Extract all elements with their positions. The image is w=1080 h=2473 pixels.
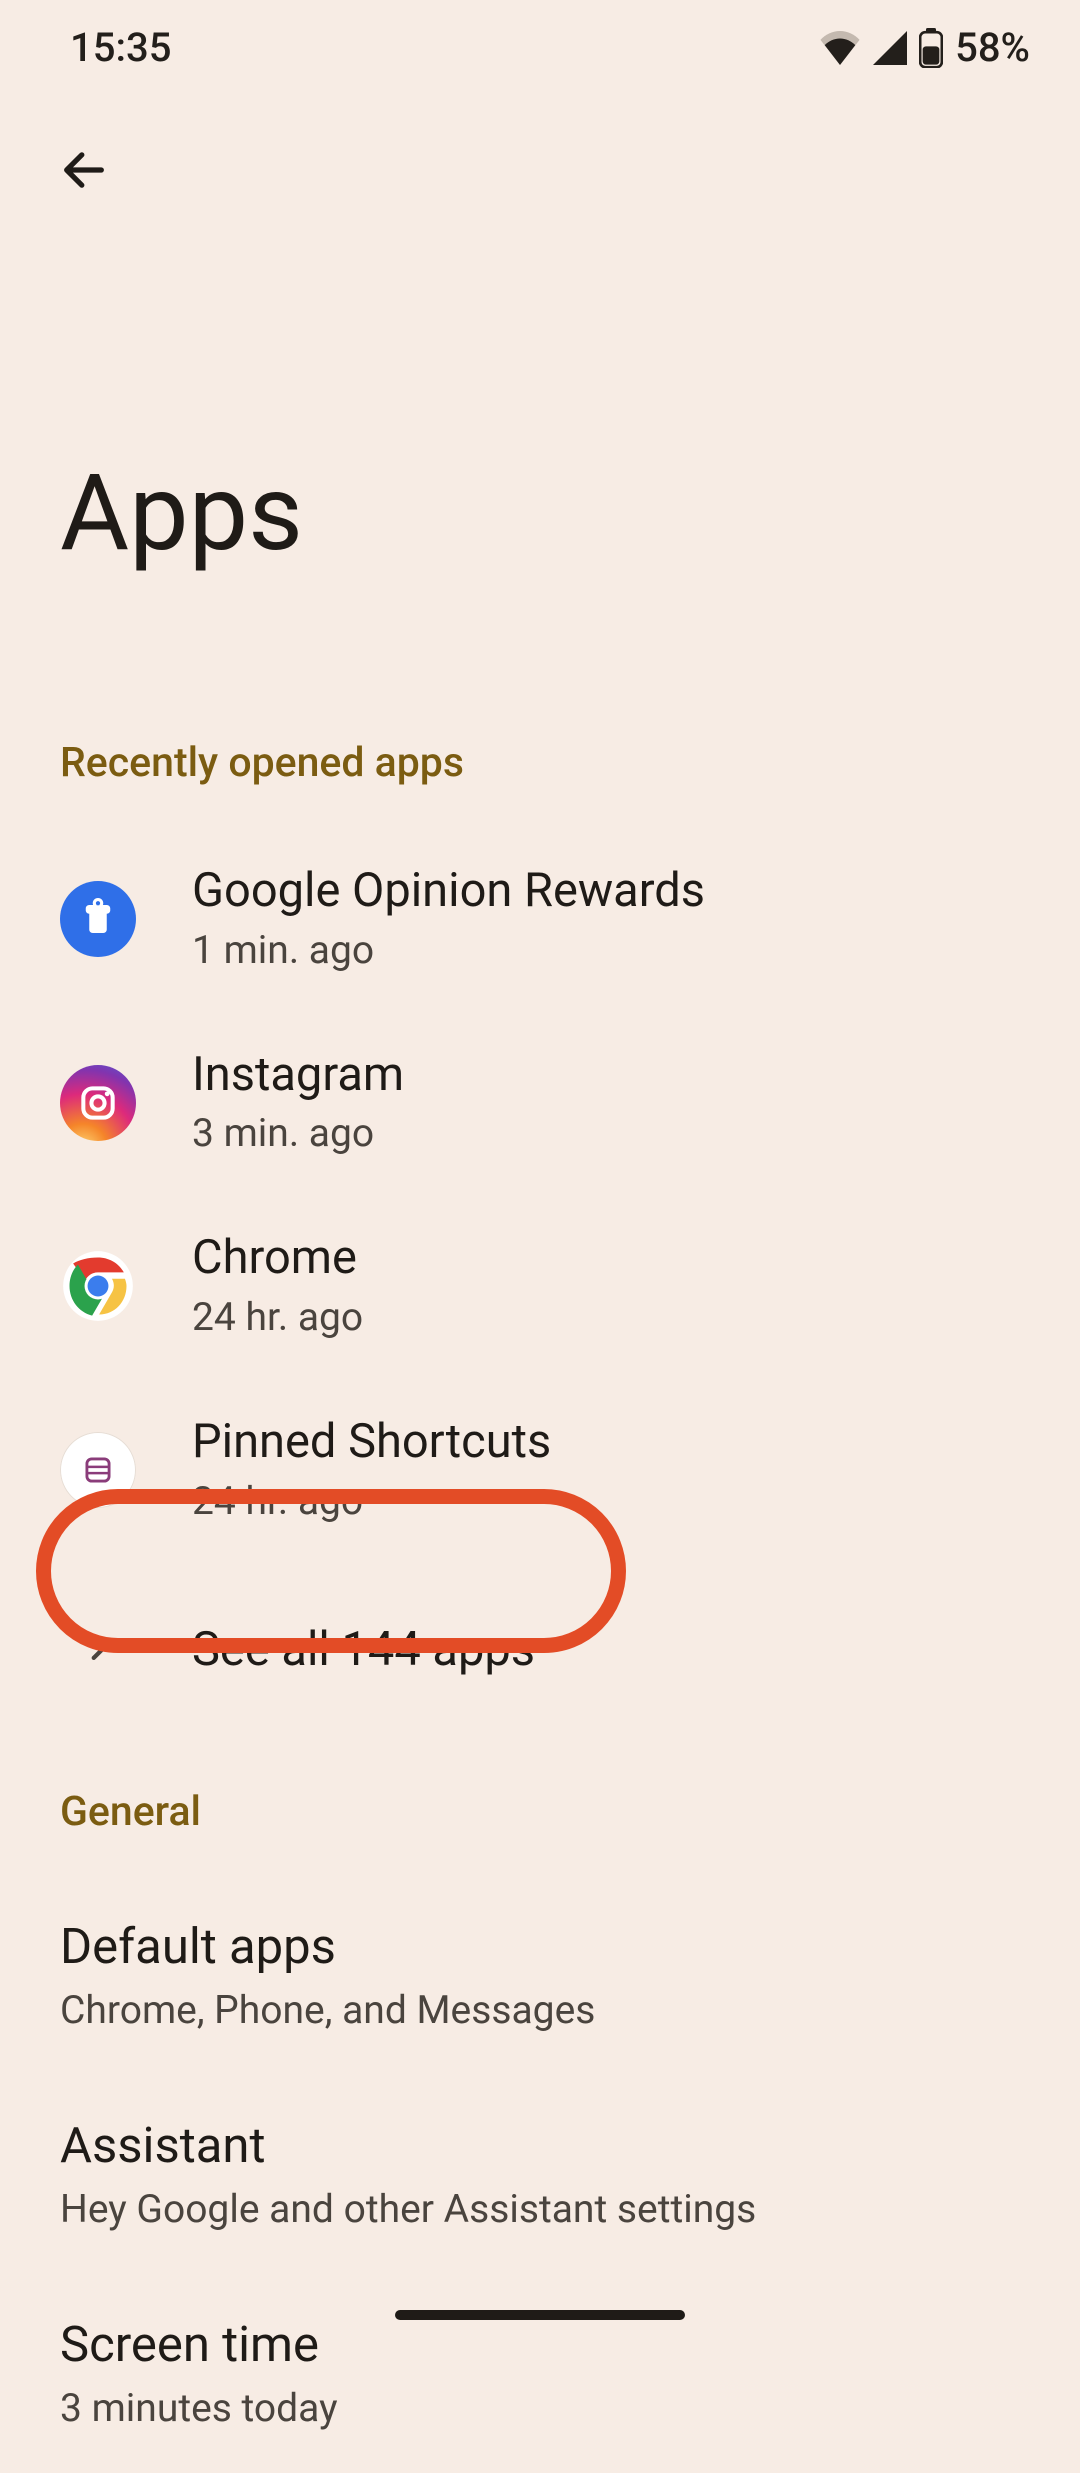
- setting-assistant[interactable]: Assistant Hey Google and other Assistant…: [0, 2075, 1080, 2274]
- back-button[interactable]: [44, 131, 124, 211]
- see-all-apps[interactable]: See all 144 apps: [0, 1562, 1080, 1738]
- setting-subtext: Hey Google and other Assistant settings: [60, 2186, 1020, 2232]
- cellular-icon: [873, 31, 907, 65]
- section-header-recent: Recently opened apps: [0, 725, 1080, 827]
- setting-subtext: Chrome, Phone, and Messages: [60, 1987, 1020, 2033]
- page-title: Apps: [0, 211, 1080, 725]
- app-icon-instagram: [60, 1065, 136, 1141]
- app-name: Chrome: [192, 1232, 1020, 1284]
- status-time: 15:35: [70, 24, 171, 71]
- app-subtext: 1 min. ago: [192, 927, 1020, 973]
- recent-app-row[interactable]: Instagram 3 min. ago: [0, 1011, 1080, 1195]
- setting-title: Assistant: [60, 2117, 1020, 2174]
- see-all-label: See all 144 apps: [192, 1622, 535, 1677]
- setting-title: Screen time: [60, 2316, 1020, 2373]
- setting-screen-time[interactable]: Screen time 3 minutes today: [0, 2274, 1080, 2473]
- app-name: Pinned Shortcuts: [192, 1416, 1020, 1468]
- wifi-icon: [819, 31, 861, 65]
- chevron-right-icon: [81, 1631, 115, 1669]
- app-subtext: 24 hr. ago: [192, 1478, 1020, 1524]
- battery-icon: [919, 28, 943, 68]
- app-name: Google Opinion Rewards: [192, 865, 1020, 917]
- setting-subtext: 3 minutes today: [60, 2385, 1020, 2431]
- setting-title: Default apps: [60, 1918, 1020, 1975]
- status-bar: 15:35 58%: [0, 0, 1080, 95]
- recent-app-row[interactable]: Chrome 24 hr. ago: [0, 1194, 1080, 1378]
- section-header-general: General: [0, 1738, 1080, 1876]
- toolbar: [0, 95, 1080, 211]
- status-indicators: 58%: [819, 24, 1030, 71]
- app-icon-pinned-shortcuts: [60, 1432, 136, 1508]
- app-subtext: 3 min. ago: [192, 1110, 1020, 1156]
- recent-app-row[interactable]: Pinned Shortcuts 24 hr. ago: [0, 1378, 1080, 1562]
- arrow-left-icon: [58, 144, 110, 199]
- setting-default-apps[interactable]: Default apps Chrome, Phone, and Messages: [0, 1876, 1080, 2075]
- battery-percentage: 58%: [955, 24, 1030, 71]
- recent-app-row[interactable]: Google Opinion Rewards 1 min. ago: [0, 827, 1080, 1011]
- app-icon-google-opinion-rewards: [60, 881, 136, 957]
- gesture-nav-bar[interactable]: [395, 2310, 685, 2320]
- app-name: Instagram: [192, 1049, 1020, 1101]
- app-icon-chrome: [60, 1248, 136, 1324]
- app-subtext: 24 hr. ago: [192, 1294, 1020, 1340]
